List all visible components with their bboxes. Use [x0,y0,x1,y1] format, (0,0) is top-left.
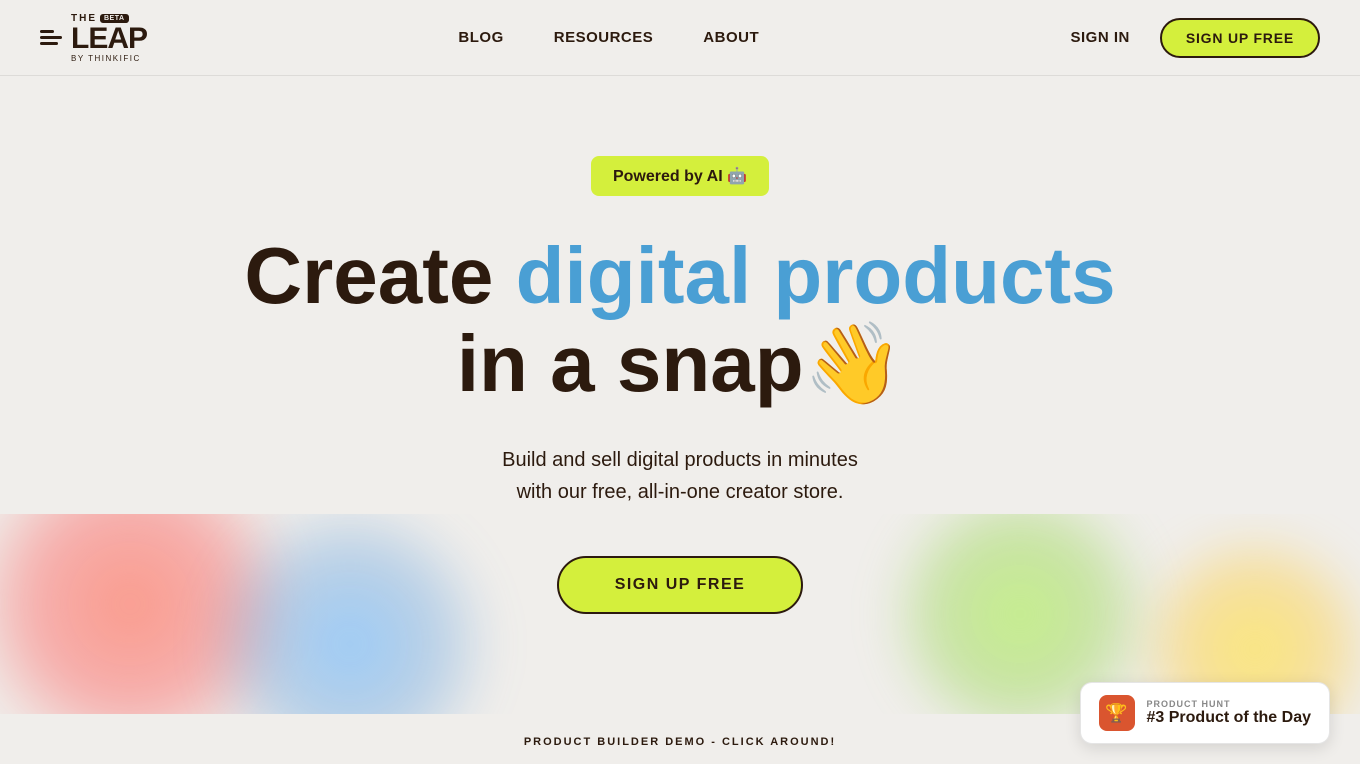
hero-title-emoji: 👋 [804,319,904,408]
logo-lines [40,30,62,45]
powered-badge: Powered by AI 🤖 [591,156,769,196]
hero-title-create: Create [244,231,515,320]
product-hunt-label: PRODUCT HUNT [1147,699,1311,709]
logo-by-text: BY THINKIFIC [71,54,141,63]
nav-right: SIGN IN SIGN UP FREE [1071,18,1320,58]
hero-title-snap: in a snap [457,319,804,408]
blob-red [0,514,300,714]
sign-in-link[interactable]: SIGN IN [1071,29,1130,46]
hero-subtitle-line2: with our free, all-in-one creator store. [517,481,844,503]
hero-title-highlight: digital products [516,231,1116,320]
hero-subtitle-line1: Build and sell digital products in minut… [502,449,858,471]
hero-subtitle: Build and sell digital products in minut… [502,444,858,508]
logo-leap-text: LEAP [71,24,147,54]
nav-sign-up-button[interactable]: SIGN UP FREE [1160,18,1320,58]
blob-blue [200,514,500,714]
demo-text: PRODUCT BUILDER DEMO - CLICK AROUND! [524,736,836,748]
product-hunt-badge[interactable]: 🏆 PRODUCT HUNT #3 Product of the Day [1080,682,1330,744]
hero-title: Create digital products in a snap👋 [244,232,1115,408]
nav-links: BLOG RESOURCES ABOUT [458,29,759,46]
navbar: THE BETA LEAP BY THINKIFIC BLOG RESOURCE… [0,0,1360,76]
logo[interactable]: THE BETA LEAP BY THINKIFIC [40,13,147,63]
hero-cta-button[interactable]: SIGN UP FREE [557,556,804,614]
product-hunt-content: PRODUCT HUNT #3 Product of the Day [1147,699,1311,727]
product-hunt-rank: #3 Product of the Day [1147,709,1311,727]
nav-blog[interactable]: BLOG [458,29,503,46]
nav-resources[interactable]: RESOURCES [554,29,654,46]
product-hunt-icon: 🏆 [1099,695,1135,731]
nav-about[interactable]: ABOUT [703,29,759,46]
hero-section: Powered by AI 🤖 Create digital products … [0,76,1360,714]
